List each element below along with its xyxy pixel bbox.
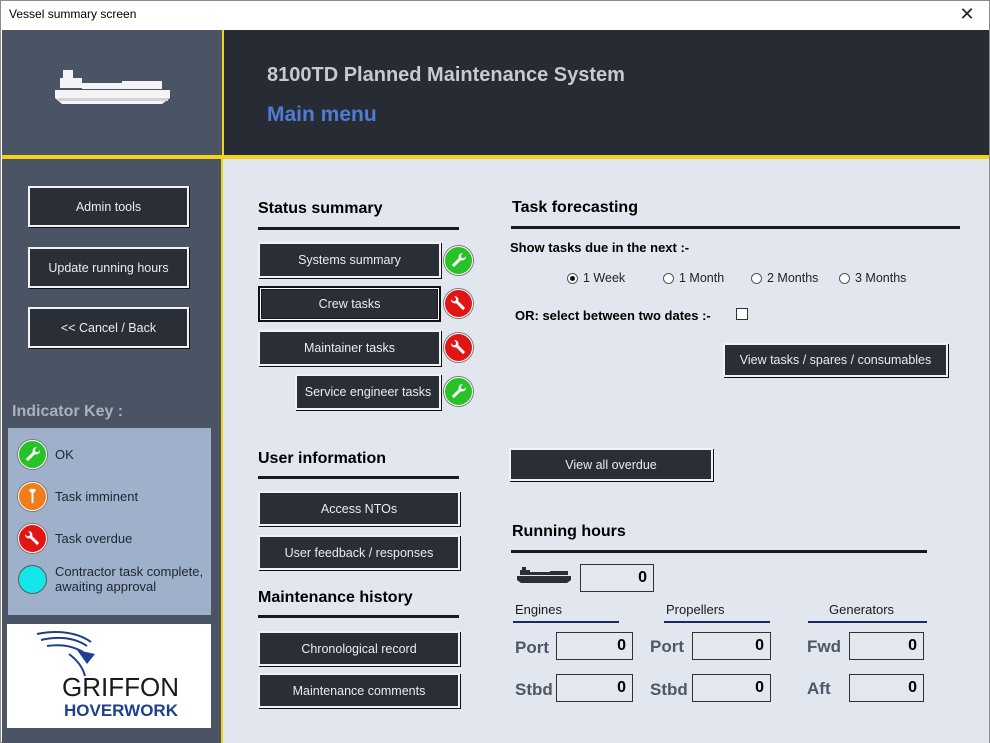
- user-information-rule: [258, 476, 459, 479]
- task-forecasting-heading: Task forecasting: [512, 199, 638, 216]
- between-dates-checkbox[interactable]: [736, 308, 748, 320]
- close-icon[interactable]: ✕: [955, 3, 979, 25]
- radio-1-week-dot[interactable]: [567, 272, 578, 284]
- status-summary-rule: [258, 227, 459, 230]
- generators-heading: Generators: [829, 602, 895, 617]
- radio-1-month-dot[interactable]: [663, 272, 674, 284]
- view-all-overdue-button[interactable]: View all overdue: [509, 448, 713, 481]
- engines-port-label: Port: [515, 638, 549, 657]
- propellers-stbd-field[interactable]: 0: [692, 674, 771, 702]
- running-hours-rule: [511, 550, 927, 553]
- vessel-summary-window: Vessel summary screen ✕ 8100TD Planned M…: [0, 0, 990, 743]
- indicator-key-panel: OK Task imminent Task overdue Contractor…: [8, 428, 211, 615]
- engines-rule: [513, 621, 619, 623]
- key-overdue-label: Task overdue: [55, 531, 133, 546]
- radio-1-week[interactable]: 1 Week: [567, 271, 625, 285]
- propellers-rule: [664, 621, 770, 623]
- generators-aft-label: Aft: [807, 679, 831, 698]
- key-imminent-label: Task imminent: [55, 489, 139, 504]
- service-ok-wrench-icon: [444, 377, 473, 406]
- user-information-heading: User information: [258, 450, 387, 467]
- propellers-port-label: Port: [650, 637, 684, 656]
- radio-3-months-label: 3 Months: [855, 271, 907, 285]
- vessel-running-hours-field[interactable]: 0: [580, 564, 654, 592]
- imminent-wrench-icon: [18, 482, 47, 511]
- crew-tasks-button[interactable]: Crew tasks: [258, 286, 441, 322]
- hovercraft-icon: [55, 70, 170, 104]
- between-dates-label: OR: select between two dates :-: [515, 308, 711, 323]
- radio-3-months[interactable]: 3 Months: [839, 271, 906, 285]
- logo-griffon-text: GRIFFON: [62, 672, 179, 702]
- generators-rule: [808, 621, 927, 623]
- radio-2-months[interactable]: 2 Months: [751, 271, 818, 285]
- contractor-indicator-icon: [18, 565, 47, 594]
- engines-port-field[interactable]: 0: [556, 632, 633, 660]
- system-title: 8100TD Planned Maintenance System: [267, 64, 625, 86]
- service-engineer-tasks-button[interactable]: Service engineer tasks: [295, 374, 441, 410]
- radio-1-week-label: 1 Week: [583, 271, 626, 285]
- engines-heading: Engines: [515, 602, 562, 617]
- engines-stbd-label: Stbd: [515, 680, 553, 699]
- systems-summary-button[interactable]: Systems summary: [258, 242, 441, 278]
- access-ntos-button[interactable]: Access NTOs: [258, 491, 460, 526]
- logo-hoverwork-text: HOVERWORK: [64, 701, 179, 720]
- radio-2-months-dot[interactable]: [751, 272, 762, 284]
- running-hours-heading: Running hours: [512, 523, 626, 540]
- systems-ok-wrench-icon: [444, 246, 473, 275]
- task-forecasting-rule: [511, 226, 960, 229]
- admin-tools-button[interactable]: Admin tools: [28, 186, 189, 227]
- engines-stbd-field[interactable]: 0: [556, 674, 633, 702]
- propellers-heading: Propellers: [666, 602, 725, 617]
- vessel-small-icon: [517, 567, 571, 583]
- menu-title: Main menu: [267, 103, 377, 126]
- maintainer-overdue-wrench-icon: [444, 333, 473, 362]
- window-title: Vessel summary screen: [9, 7, 137, 21]
- header-divider: [222, 30, 224, 156]
- chronological-record-button[interactable]: Chronological record: [258, 631, 460, 666]
- update-running-hours-button[interactable]: Update running hours: [28, 247, 189, 288]
- overdue-wrench-icon: [18, 524, 47, 553]
- maintainer-tasks-button[interactable]: Maintainer tasks: [258, 330, 441, 366]
- key-ok-label: OK: [55, 447, 74, 462]
- view-tasks-spares-consumables-button[interactable]: View tasks / spares / consumables: [723, 343, 948, 377]
- radio-1-month-label: 1 Month: [679, 271, 725, 285]
- generators-aft-field[interactable]: 0: [849, 674, 924, 702]
- generators-fwd-label: Fwd: [807, 637, 841, 656]
- header-banner: 8100TD Planned Maintenance System Main m…: [224, 30, 989, 155]
- user-feedback-button[interactable]: User feedback / responses: [258, 535, 460, 570]
- radio-3-months-dot[interactable]: [839, 272, 850, 284]
- ok-wrench-icon: [18, 440, 47, 469]
- show-tasks-label: Show tasks due in the next :-: [510, 240, 690, 255]
- crew-overdue-wrench-icon: [444, 289, 473, 318]
- vessel-logo-panel: [2, 30, 223, 155]
- generators-fwd-field[interactable]: 0: [849, 632, 924, 660]
- status-summary-heading: Status summary: [258, 200, 383, 217]
- radio-1-month[interactable]: 1 Month: [663, 271, 724, 285]
- key-contractor-label-1: Contractor task complete,: [55, 564, 204, 579]
- propellers-port-field[interactable]: 0: [692, 632, 771, 660]
- maintenance-history-rule: [258, 615, 459, 618]
- key-contractor-label-2: awaiting approval: [55, 579, 157, 594]
- maintenance-comments-button[interactable]: Maintenance comments: [258, 673, 460, 708]
- title-bar: Vessel summary screen ✕: [1, 1, 989, 29]
- cancel-back-button[interactable]: << Cancel / Back: [28, 307, 189, 348]
- radio-2-months-label: 2 Months: [767, 271, 819, 285]
- maintenance-history-heading: Maintenance history: [258, 589, 413, 606]
- propellers-stbd-label: Stbd: [650, 680, 688, 699]
- griffon-hoverwork-logo: GRIFFON HOVERWORK: [7, 624, 211, 728]
- indicator-key-title: Indicator Key :: [12, 403, 124, 420]
